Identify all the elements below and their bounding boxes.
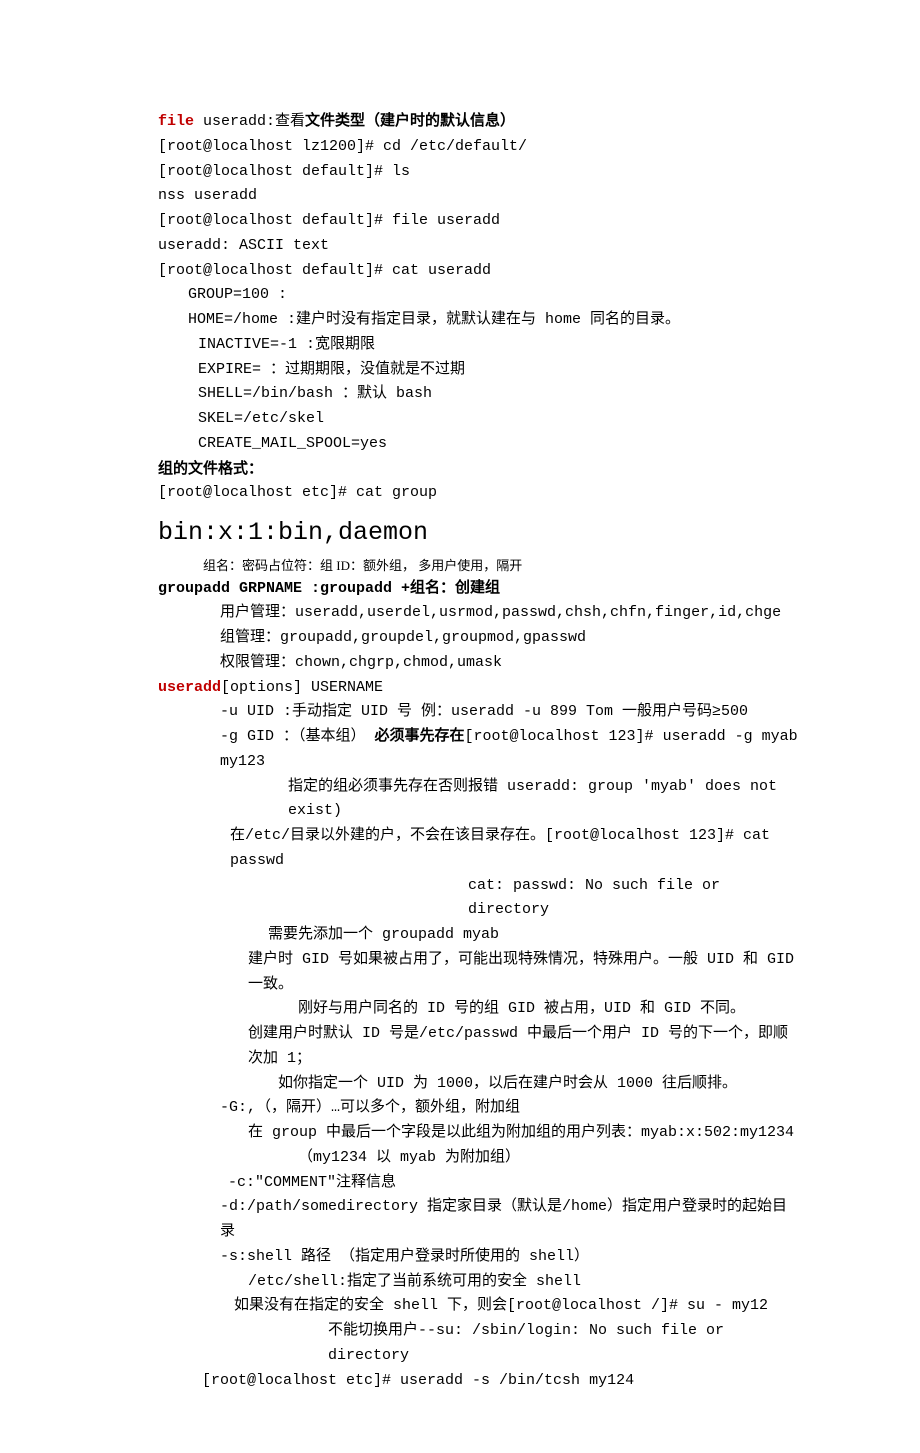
- line: 权限管理：chown,chgrp,chmod,umask: [158, 651, 800, 676]
- line: 不能切换用户--su: /sbin/login: No such file or…: [158, 1319, 800, 1369]
- line: （my1234 以 myab 为附加组）: [158, 1146, 800, 1171]
- line: SHELL=/bin/bash ：默认 bash: [158, 382, 800, 407]
- line: CREATE_MAIL_SPOOL=yes: [158, 432, 800, 457]
- line: EXPIRE= ：过期期限，没值就是不过期: [158, 358, 800, 383]
- document-page: file useradd:查看文件类型（建户时的默认信息） [root@loca…: [0, 0, 920, 1453]
- line: 刚好与用户同名的 ID 号的组 GID 被占用，UID 和 GID 不同。: [158, 997, 800, 1022]
- line: 如果没有在指定的安全 shell 下，则会[root@localhost /]#…: [158, 1294, 800, 1319]
- line: -G:,（，隔开）…可以多个，额外组，附加组: [158, 1096, 800, 1121]
- line: -d:/path/somedirectory 指定家目录（默认是/home）指定…: [158, 1195, 800, 1245]
- line: [root@localhost lz1200]# cd /etc/default…: [158, 135, 800, 160]
- line: 创建用户时默认 ID 号是/etc/passwd 中最后一个用户 ID 号的下一…: [158, 1022, 800, 1072]
- line: HOME=/home :建户时没有指定目录，就默认建在与 home 同名的目录。: [158, 308, 800, 333]
- cmd: useradd: [158, 679, 221, 696]
- line: GROUP=100 :: [158, 283, 800, 308]
- line: useradd: ASCII text: [158, 234, 800, 259]
- line: 在/etc/目录以外建的户，不会在该目录存在。[root@localhost 1…: [158, 824, 800, 874]
- section-heading: groupadd GRPNAME :groupadd +组名：创建组: [158, 577, 800, 602]
- line: 需要先添加一个 groupadd myab: [158, 923, 800, 948]
- line: 在 group 中最后一个字段是以此组为附加组的用户列表：myab:x:502:…: [158, 1121, 800, 1146]
- line: [root@localhost default]# ls: [158, 160, 800, 185]
- example-line: bin:x:1:bin,daemon: [158, 512, 800, 553]
- section-heading: 组的文件格式：: [158, 457, 800, 482]
- line: -c:"COMMENT"注释信息: [158, 1171, 800, 1196]
- line: cat: passwd: No such file or directory: [158, 874, 800, 924]
- cmd: file: [158, 113, 194, 130]
- line: [root@localhost default]# file useradd: [158, 209, 800, 234]
- line: 组名：密码占位符：组 ID：额外组， 多用户使用，隔开: [158, 555, 800, 576]
- line: INACTIVE=-1 :宽限期限: [158, 333, 800, 358]
- line: -g GID ：（基本组） 必须事先存在[root@localhost 123]…: [158, 725, 800, 775]
- line: 组管理：groupadd,groupdel,groupmod,gpasswd: [158, 626, 800, 651]
- line: 如你指定一个 UID 为 1000，以后在建户时会从 1000 往后顺排。: [158, 1072, 800, 1097]
- line: SKEL=/etc/skel: [158, 407, 800, 432]
- line: /etc/shell:指定了当前系统可用的安全 shell: [158, 1270, 800, 1295]
- line: [root@localhost etc]# cat group: [158, 481, 800, 506]
- line: file useradd:查看文件类型（建户时的默认信息）: [158, 110, 800, 135]
- line: 建户时 GID 号如果被占用了，可能出现特殊情况，特殊用户。一般 UID 和 G…: [158, 948, 800, 998]
- line: [root@localhost default]# cat useradd: [158, 259, 800, 284]
- line: -u UID :手动指定 UID 号 例：useradd -u 899 Tom …: [158, 700, 800, 725]
- line: useradd[options] USERNAME: [158, 676, 800, 701]
- line: 用户管理：useradd,userdel,usrmod,passwd,chsh,…: [158, 601, 800, 626]
- line: -s:shell 路径 （指定用户登录时所使用的 shell）: [158, 1245, 800, 1270]
- line: 指定的组必须事先存在否则报错 useradd: group 'myab' doe…: [158, 775, 800, 825]
- line: [root@localhost etc]# useradd -s /bin/tc…: [158, 1369, 800, 1394]
- line: nss useradd: [158, 184, 800, 209]
